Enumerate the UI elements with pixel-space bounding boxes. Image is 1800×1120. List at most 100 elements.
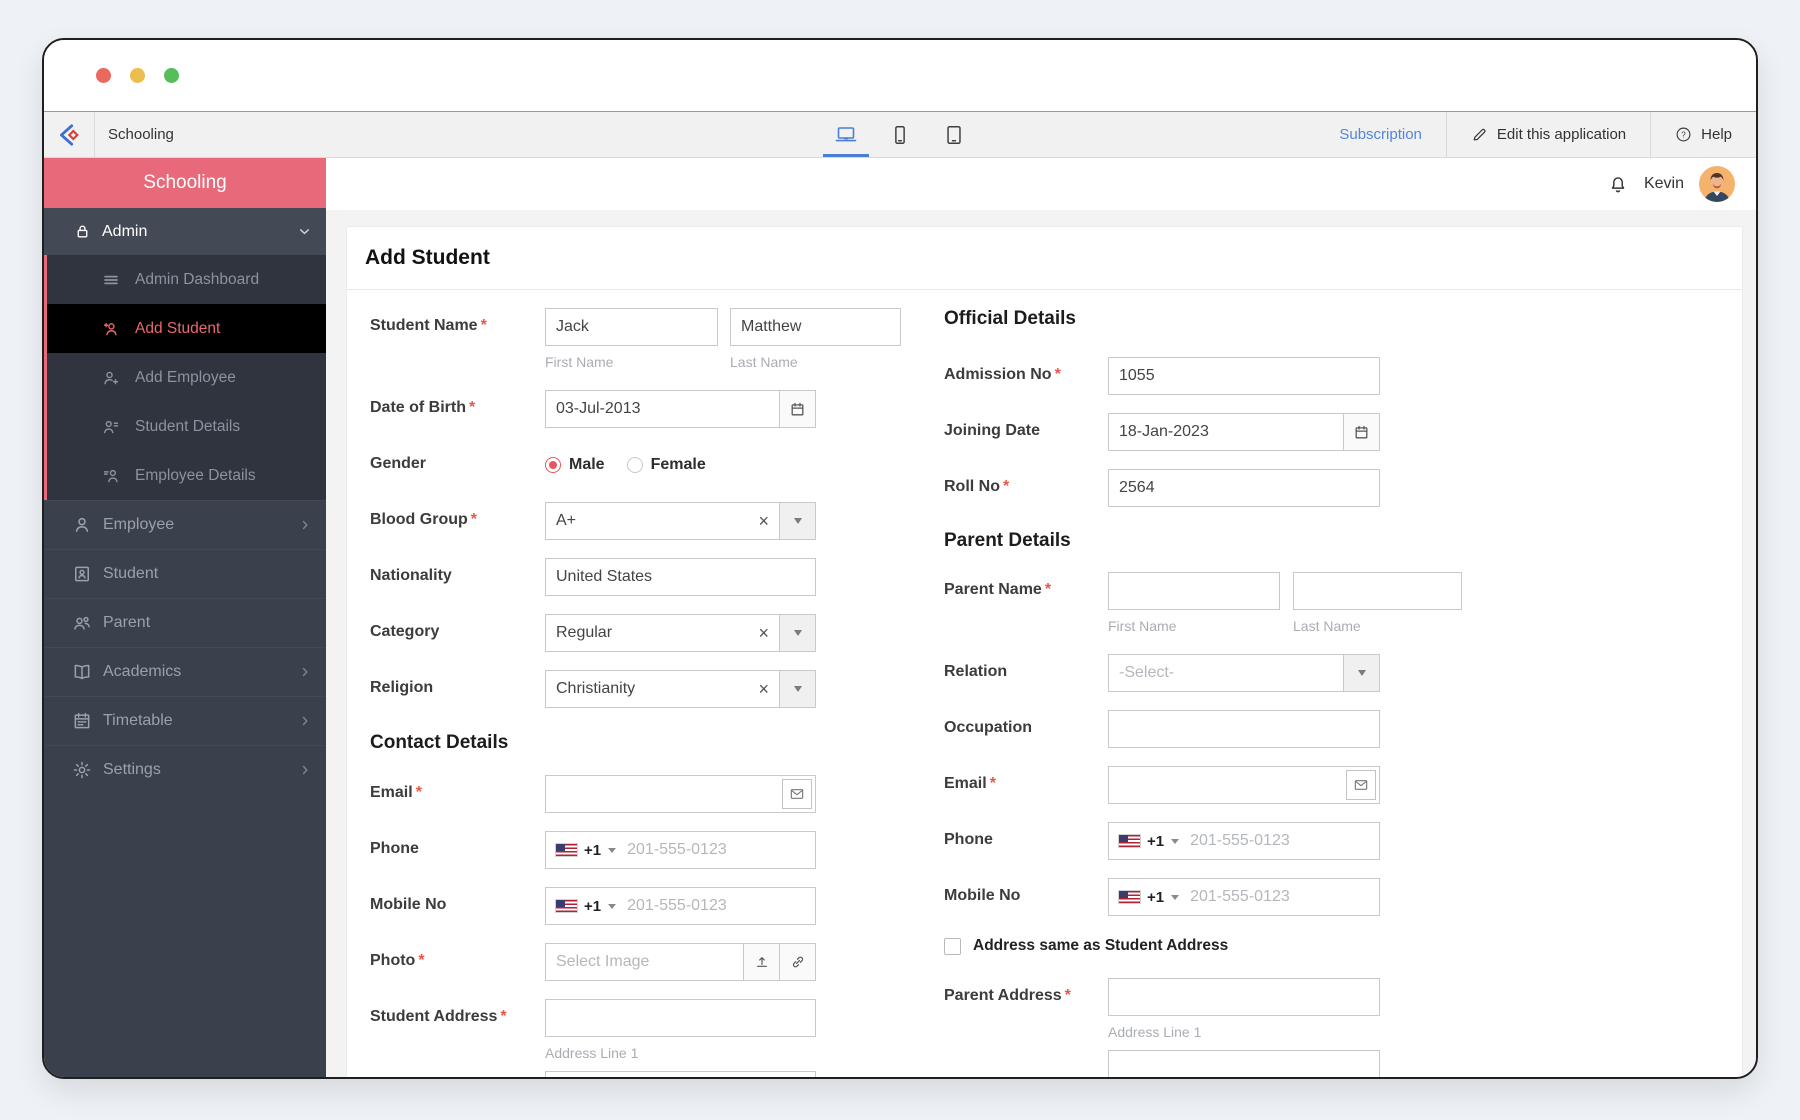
tablet-preview-icon[interactable] xyxy=(939,112,969,157)
field-label: Blood Group xyxy=(370,511,468,528)
required-asterisk: * xyxy=(1003,478,1010,495)
sidebar: Schooling Admin Admin Dashboard Add Stud… xyxy=(44,158,326,1077)
sidebar-item-student-details[interactable]: Student Details xyxy=(47,402,326,451)
sidebar-item-admin-dashboard[interactable]: Admin Dashboard xyxy=(47,255,326,304)
email-input[interactable] xyxy=(545,775,816,813)
address-same-label: Address same as Student Address xyxy=(973,937,1229,954)
add-student-form-card: Add Student Student Name* First Name xyxy=(346,226,1743,1077)
student-first-name-input[interactable] xyxy=(545,308,718,346)
joining-date-input[interactable] xyxy=(1108,413,1344,451)
dob-input[interactable] xyxy=(545,390,780,428)
minimize-window-button[interactable] xyxy=(130,68,145,83)
dropdown-button[interactable] xyxy=(780,614,816,652)
student-last-name-input[interactable] xyxy=(730,308,901,346)
sidebar-item-add-student[interactable]: Add Student xyxy=(47,304,326,353)
dropdown-arrow-icon xyxy=(793,630,802,636)
sidebar-item-parent[interactable]: Parent xyxy=(44,598,326,647)
dropdown-button[interactable] xyxy=(780,502,816,540)
email-button[interactable] xyxy=(1346,770,1376,800)
first-name-hint: First Name xyxy=(545,354,614,370)
country-code-dropdown-icon[interactable] xyxy=(1171,838,1180,844)
parent-mobile-input[interactable]: +1 201-555-0123 xyxy=(1108,878,1380,916)
sidebar-section-admin[interactable]: Admin xyxy=(44,208,326,255)
us-flag-icon xyxy=(555,843,578,857)
help-icon: ? xyxy=(1676,127,1691,142)
subscription-link[interactable]: Subscription xyxy=(1315,112,1446,157)
clear-icon[interactable]: × xyxy=(758,512,769,530)
mobile-input[interactable]: +1 201-555-0123 xyxy=(545,887,816,925)
desktop-background: Schooling Subscription Edit this applica… xyxy=(0,0,1800,1120)
admin-submenu: Admin Dashboard Add Student Add Employee xyxy=(44,255,326,500)
date-picker-button[interactable] xyxy=(780,390,816,428)
parent-name-row: Parent Name * First Name Last Name xyxy=(944,572,1644,636)
sidebar-item-settings[interactable]: Settings xyxy=(44,745,326,794)
clear-icon[interactable]: × xyxy=(758,624,769,642)
field-label: Parent Name xyxy=(944,581,1042,598)
occupation-input[interactable] xyxy=(1108,710,1380,748)
sidebar-item-employee-details[interactable]: Employee Details xyxy=(47,451,326,500)
clear-icon[interactable]: × xyxy=(758,680,769,698)
radio-selected-icon xyxy=(545,457,561,473)
field-label: Student Address xyxy=(370,1008,498,1025)
edit-application-button[interactable]: Edit this application xyxy=(1445,112,1650,157)
field-label: Nationality xyxy=(370,567,452,584)
relation-row: Relation -Select- xyxy=(944,654,1644,692)
dropdown-button[interactable] xyxy=(780,670,816,708)
nationality-row: Nationality xyxy=(370,558,930,596)
parent-last-name-input[interactable] xyxy=(1293,572,1462,610)
sidebar-item-academics[interactable]: Academics xyxy=(44,647,326,696)
sidebar-item-employee[interactable]: Employee xyxy=(44,500,326,549)
country-code-dropdown-icon[interactable] xyxy=(1171,894,1180,900)
religion-select[interactable]: Christianity × xyxy=(545,670,780,708)
required-asterisk: * xyxy=(469,399,476,416)
required-asterisk: * xyxy=(418,952,425,969)
parent-first-name-input[interactable] xyxy=(1108,572,1280,610)
nationality-input[interactable] xyxy=(545,558,816,596)
student-address-line1-input[interactable] xyxy=(545,999,816,1037)
upload-icon xyxy=(756,956,767,967)
close-window-button[interactable] xyxy=(96,68,111,83)
student-address-line2-input[interactable] xyxy=(545,1071,816,1077)
sidebar-item-timetable[interactable]: Timetable xyxy=(44,696,326,745)
zoho-creator-logo[interactable] xyxy=(44,112,95,157)
calendar-icon xyxy=(1355,425,1368,438)
country-code-dropdown-icon[interactable] xyxy=(608,903,617,909)
admission-no-input[interactable] xyxy=(1108,357,1380,395)
notification-bell-icon[interactable] xyxy=(1607,173,1629,195)
upload-button[interactable] xyxy=(744,943,780,981)
maximize-window-button[interactable] xyxy=(164,68,179,83)
gender-female-radio[interactable]: Female xyxy=(626,456,706,474)
desktop-preview-icon[interactable] xyxy=(831,112,861,157)
category-select[interactable]: Regular × xyxy=(545,614,780,652)
roll-no-input[interactable] xyxy=(1108,469,1380,507)
parent-address-line2-input[interactable] xyxy=(1108,1050,1380,1077)
country-code-dropdown-icon[interactable] xyxy=(608,847,617,853)
help-button[interactable]: ? Help xyxy=(1650,112,1756,157)
date-picker-button[interactable] xyxy=(1344,413,1380,451)
timetable-icon xyxy=(74,712,90,729)
email-button[interactable] xyxy=(782,779,812,809)
section-heading-contact-details: Contact Details xyxy=(370,732,509,753)
field-label: Mobile No xyxy=(944,887,1021,904)
us-flag-icon xyxy=(1118,834,1141,848)
required-asterisk: * xyxy=(1064,987,1071,1004)
photo-input[interactable] xyxy=(545,943,744,981)
parent-phone-input[interactable]: +1 201-555-0123 xyxy=(1108,822,1380,860)
user-name[interactable]: Kevin xyxy=(1644,175,1684,193)
student-name-row: Student Name* First Name Last Name xyxy=(370,308,930,372)
phone-input[interactable]: +1 201-555-0123 xyxy=(545,831,816,869)
sidebar-item-add-employee[interactable]: Add Employee xyxy=(47,353,326,402)
phone-preview-icon[interactable] xyxy=(885,112,915,157)
parent-address-line1-input[interactable] xyxy=(1108,978,1380,1016)
link-icon xyxy=(792,956,803,968)
sidebar-item-student[interactable]: Student xyxy=(44,549,326,598)
blood-group-select[interactable]: A+ × xyxy=(545,502,780,540)
relation-select[interactable]: -Select- xyxy=(1108,654,1344,692)
parent-email-input[interactable] xyxy=(1108,766,1380,804)
address-same-checkbox[interactable] xyxy=(944,937,961,955)
dropdown-button[interactable] xyxy=(1344,654,1380,692)
gender-male-radio[interactable]: Male xyxy=(545,456,605,474)
link-button[interactable] xyxy=(780,943,816,981)
avatar[interactable] xyxy=(1699,166,1735,202)
phone-row: Phone +1 201-555-0123 xyxy=(370,831,930,869)
